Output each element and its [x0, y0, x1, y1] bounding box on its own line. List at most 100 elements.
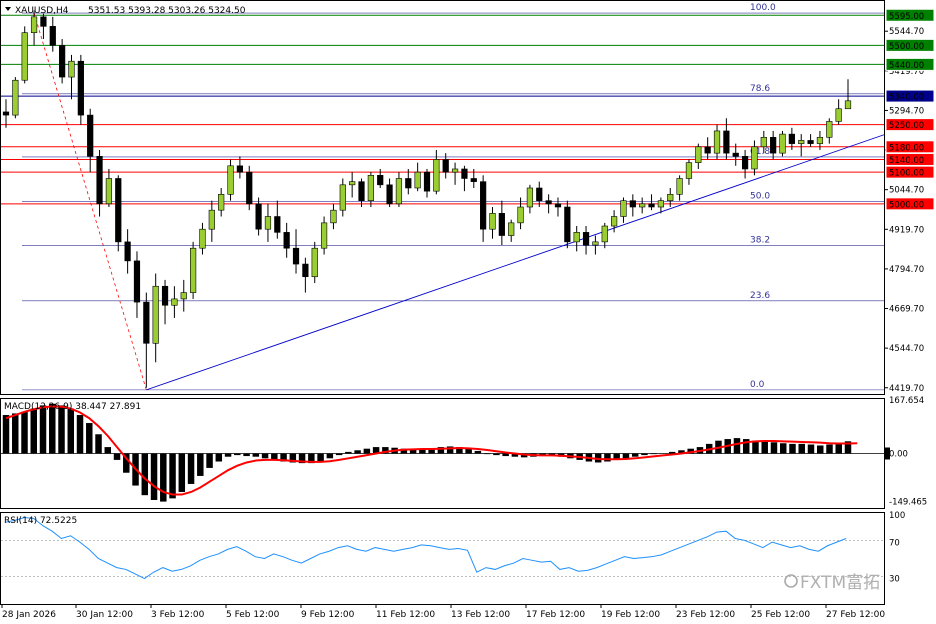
- candle-body: [451, 168, 459, 173]
- rsi-line: [5, 517, 847, 580]
- fib-level-label: 38.2: [750, 236, 770, 246]
- candle-body: [592, 241, 599, 246]
- macd-histogram-bar: [141, 453, 149, 496]
- macd-histogram-bar: [817, 445, 824, 454]
- time-tick-label: 28 Jan 2026: [2, 610, 56, 620]
- candle-body: [30, 16, 38, 33]
- candle-body: [358, 181, 365, 201]
- macd-histogram-bar: [779, 443, 787, 454]
- candle-body: [807, 140, 814, 144]
- candle-body: [798, 140, 805, 144]
- fib-level-label: 78.6: [750, 84, 770, 94]
- candle-body: [760, 136, 767, 148]
- candle-body: [489, 213, 496, 230]
- watermark-text: FXTM富拓: [800, 573, 880, 593]
- candle-body: [152, 285, 159, 344]
- macd-histogram-bar: [650, 453, 657, 455]
- candle-body: [844, 100, 852, 110]
- candle-body: [367, 175, 374, 201]
- candle-body: [480, 181, 487, 230]
- candle-body: [442, 159, 449, 173]
- level-price-label: 5440.00: [889, 61, 924, 71]
- macd-histogram-bar: [215, 453, 223, 462]
- candle-body: [339, 184, 346, 211]
- time-tick-label: 19 Feb 12:00: [601, 610, 660, 620]
- candle-body: [377, 175, 384, 186]
- candle-body: [816, 136, 824, 144]
- candle-body: [629, 200, 636, 208]
- candle-body: [676, 178, 683, 195]
- x-axis: 28 Jan 2026 30 Jan 12:00 3 Feb 12:00 5 Feb …: [1, 604, 885, 620]
- candle-body: [657, 200, 664, 208]
- macd-histogram-bar: [641, 453, 648, 456]
- candle-body: [349, 181, 356, 186]
- candle-body: [517, 206, 524, 224]
- candle-body: [180, 292, 187, 300]
- candle-body: [498, 213, 505, 236]
- macd-histogram-bar: [160, 453, 167, 502]
- candle-body: [835, 108, 842, 122]
- candle-body: [695, 146, 702, 163]
- macd-histogram-bar: [104, 447, 112, 454]
- time-tick-label: 23 Feb 12:00: [676, 610, 735, 620]
- fib-level-label: 23.6: [750, 291, 770, 301]
- macd-histogram-bar: [770, 442, 778, 454]
- candle-body: [433, 159, 440, 192]
- trend-line: [146, 134, 885, 391]
- price-tick-label: 4794.70: [889, 265, 924, 275]
- macd-histogram-bar: [807, 444, 815, 454]
- chart-window: 5544.705419.705294.705169.705044.704919.…: [0, 0, 936, 624]
- candle-body: [601, 225, 608, 243]
- price-tick-label: 4669.70: [889, 305, 924, 315]
- candle-body: [405, 178, 412, 189]
- level-price-label: 5250.00: [889, 121, 924, 131]
- macd-tick-label: -149.465: [889, 497, 927, 507]
- candle-body: [770, 136, 777, 154]
- candle-body: [611, 216, 618, 227]
- macd-histogram-bar: [752, 440, 759, 454]
- candle-body: [292, 247, 300, 265]
- fib-level-label: 50.0: [750, 191, 770, 201]
- symbol-dropdown-icon[interactable]: [5, 7, 11, 11]
- macd-histogram-bar: [502, 453, 509, 457]
- chart-canvas[interactable]: 5544.705419.705294.705169.705044.704919.…: [0, 0, 936, 624]
- macd-histogram-bar: [21, 411, 28, 454]
- candle-body: [59, 45, 66, 78]
- candle-body: [713, 130, 721, 154]
- macd-histogram-bar: [12, 413, 19, 454]
- candle-body: [386, 184, 393, 205]
- macd-histogram-bar: [76, 415, 84, 454]
- time-tick-label: 30 Jan 12:00: [76, 610, 133, 620]
- candle-body: [667, 194, 674, 201]
- candle-body: [12, 79, 19, 116]
- macd-histogram-bar: [335, 453, 343, 456]
- macd-histogram-bar: [224, 453, 232, 457]
- candle-body: [87, 114, 94, 157]
- level-price-label: 5180.00: [889, 143, 924, 153]
- macd-histogram-bar: [58, 405, 65, 454]
- candle-body: [302, 263, 309, 278]
- macd-tick-label: 0.00: [889, 450, 908, 460]
- macd-histogram-bar: [826, 444, 833, 454]
- candle-body: [704, 146, 711, 154]
- price-tick-label: 5544.70: [889, 27, 924, 37]
- candle-body: [133, 260, 141, 303]
- macd-histogram-bar: [631, 453, 639, 457]
- candle-body: [330, 209, 337, 224]
- macd-pane: 167.654 0.00 -149.465: [1, 396, 927, 507]
- macd-histogram-bar: [261, 453, 269, 459]
- macd-histogram-bar: [178, 453, 186, 492]
- candle-body: [208, 209, 215, 230]
- candle-body: [320, 222, 328, 249]
- macd-histogram-bar: [206, 453, 213, 468]
- candle-body: [115, 178, 122, 243]
- level-price-label: 5000.00: [889, 200, 924, 210]
- macd-histogram-bar: [419, 449, 426, 454]
- candle-body: [2, 111, 10, 116]
- macd-histogram-bar: [243, 453, 250, 457]
- candle-body: [246, 171, 253, 205]
- candle-body: [639, 203, 646, 208]
- price-tick-label: 4919.70: [889, 225, 924, 235]
- price-tick-label: 5044.70: [889, 186, 924, 196]
- macd-histogram-bar: [169, 453, 176, 499]
